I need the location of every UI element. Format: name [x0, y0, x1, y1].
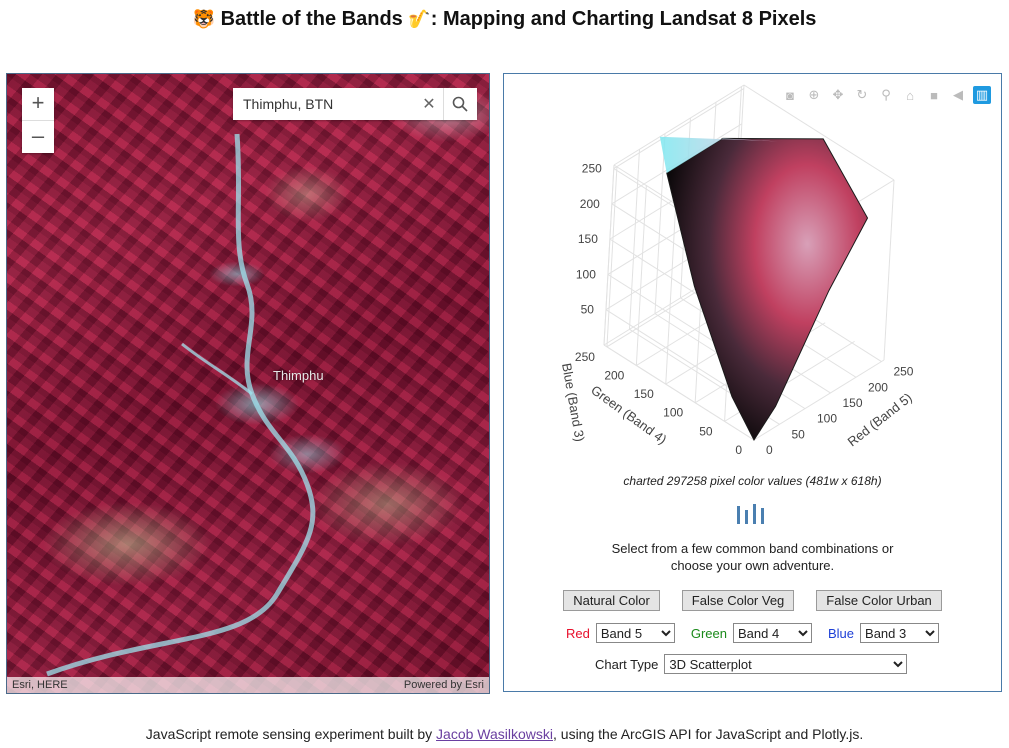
- scatter-3d-plot[interactable]: 50 100 150 200 250 0 50 100 150 200 250 0 50 100 150 20…: [504, 74, 1001, 464]
- saxophone-icon: 🎷: [408, 9, 431, 30]
- y-tick-label: 50: [699, 424, 713, 438]
- z-tick-label: 200: [580, 197, 600, 211]
- zoom-in-button[interactable]: +: [22, 88, 54, 121]
- map-city-label: Thimphu: [273, 368, 324, 383]
- chart-type-select[interactable]: 3D Scatterplot: [664, 654, 908, 674]
- point-cloud: [659, 136, 869, 442]
- z-tick-label: 150: [578, 232, 598, 246]
- map-view[interactable]: + – ✕ Thimphu Esri, HERE Powered by Esri: [6, 73, 490, 694]
- chart-type-row: Chart Type 3D Scatterplot: [595, 654, 908, 674]
- y-tick-label: 100: [663, 406, 683, 420]
- y-tick-label: 150: [634, 387, 654, 401]
- chart-panel: ◙ ⊕ ✥ ↻ ⚲ ⌂ ■ ◀ ▥ 50 100 150 200 250 0 50 100 15…: [503, 73, 1002, 692]
- title-subtitle: : Mapping and Charting Landsat 8 Pixels: [430, 8, 817, 30]
- y-axis-title: Green (Band 4): [588, 382, 669, 447]
- red-band-select[interactable]: Band 5: [595, 623, 675, 643]
- blue-label: Blue: [828, 625, 855, 641]
- chart-type-label: Chart Type: [595, 656, 659, 672]
- blue-band-select[interactable]: Band 3: [860, 623, 940, 643]
- search-input[interactable]: [241, 95, 415, 113]
- band-selectors: Red Band 5 Green Band 4 Blue Band 3: [566, 623, 940, 643]
- instructions-line-1: Select from a few common band combinatio…: [611, 541, 894, 556]
- x-tick-label: 50: [791, 427, 805, 441]
- footer-text-before: JavaScript remote sensing experiment bui…: [145, 726, 437, 742]
- instructions: Select from a few common band combinatio…: [504, 540, 1001, 574]
- title-text: Battle of the Bands: [220, 8, 403, 30]
- river-overlay: [46, 133, 316, 677]
- false-color-veg-button[interactable]: False Color Veg: [681, 590, 795, 611]
- author-link[interactable]: Jacob Wasilkowski: [436, 726, 553, 742]
- y-tick-label: 0: [735, 443, 742, 457]
- x-tick-label: 150: [842, 396, 862, 410]
- page-title: 🐯 Battle of the Bands 🎷: Mapping and Cha…: [0, 8, 1009, 31]
- clear-icon[interactable]: ✕: [415, 94, 443, 114]
- plot-frame-edge: [883, 179, 895, 361]
- x-tick-label: 0: [766, 443, 773, 457]
- footer-text-after: , using the ArcGIS API for JavaScript an…: [553, 726, 864, 742]
- search-button[interactable]: [443, 88, 476, 120]
- instructions-line-2: choose your own adventure.: [670, 558, 835, 573]
- tiger-icon: 🐯: [192, 9, 215, 30]
- x-tick-label: 200: [868, 380, 888, 394]
- y-tick-label: 200: [604, 368, 624, 382]
- z-tick-label: 100: [576, 267, 596, 281]
- preset-buttons: Natural Color False Color Veg False Colo…: [504, 590, 1001, 611]
- map-attribution: Esri, HERE Powered by Esri: [7, 677, 489, 693]
- chart-caption: charted 297258 pixel color values (481w …: [623, 474, 882, 488]
- green-band-select[interactable]: Band 4: [733, 623, 812, 643]
- app-logo-icon: [737, 504, 764, 524]
- x-tick-label: 250: [893, 365, 913, 379]
- z-tick-label: 250: [582, 162, 602, 176]
- natural-color-button[interactable]: Natural Color: [563, 590, 660, 611]
- search-widget: ✕: [233, 88, 477, 120]
- z-tick-label: 50: [581, 303, 595, 317]
- gridline-back-x: [654, 133, 666, 314]
- powered-by-esri[interactable]: Powered by Esri: [404, 679, 484, 691]
- zoom-control: + –: [22, 88, 54, 153]
- y-tick-label: 250: [575, 350, 595, 364]
- x-tick-label: 100: [817, 412, 837, 426]
- green-label: Green: [690, 625, 727, 641]
- zoom-out-button[interactable]: –: [22, 121, 54, 153]
- footer: JavaScript remote sensing experiment bui…: [0, 726, 1009, 742]
- attribution-sources: Esri, HERE: [12, 679, 68, 691]
- red-label: Red: [566, 625, 590, 641]
- search-icon: [452, 96, 468, 112]
- point-cloud-body: [666, 137, 869, 442]
- false-color-urban-button[interactable]: False Color Urban: [816, 590, 942, 611]
- z-axis-title: Blue (Band 3): [559, 362, 588, 443]
